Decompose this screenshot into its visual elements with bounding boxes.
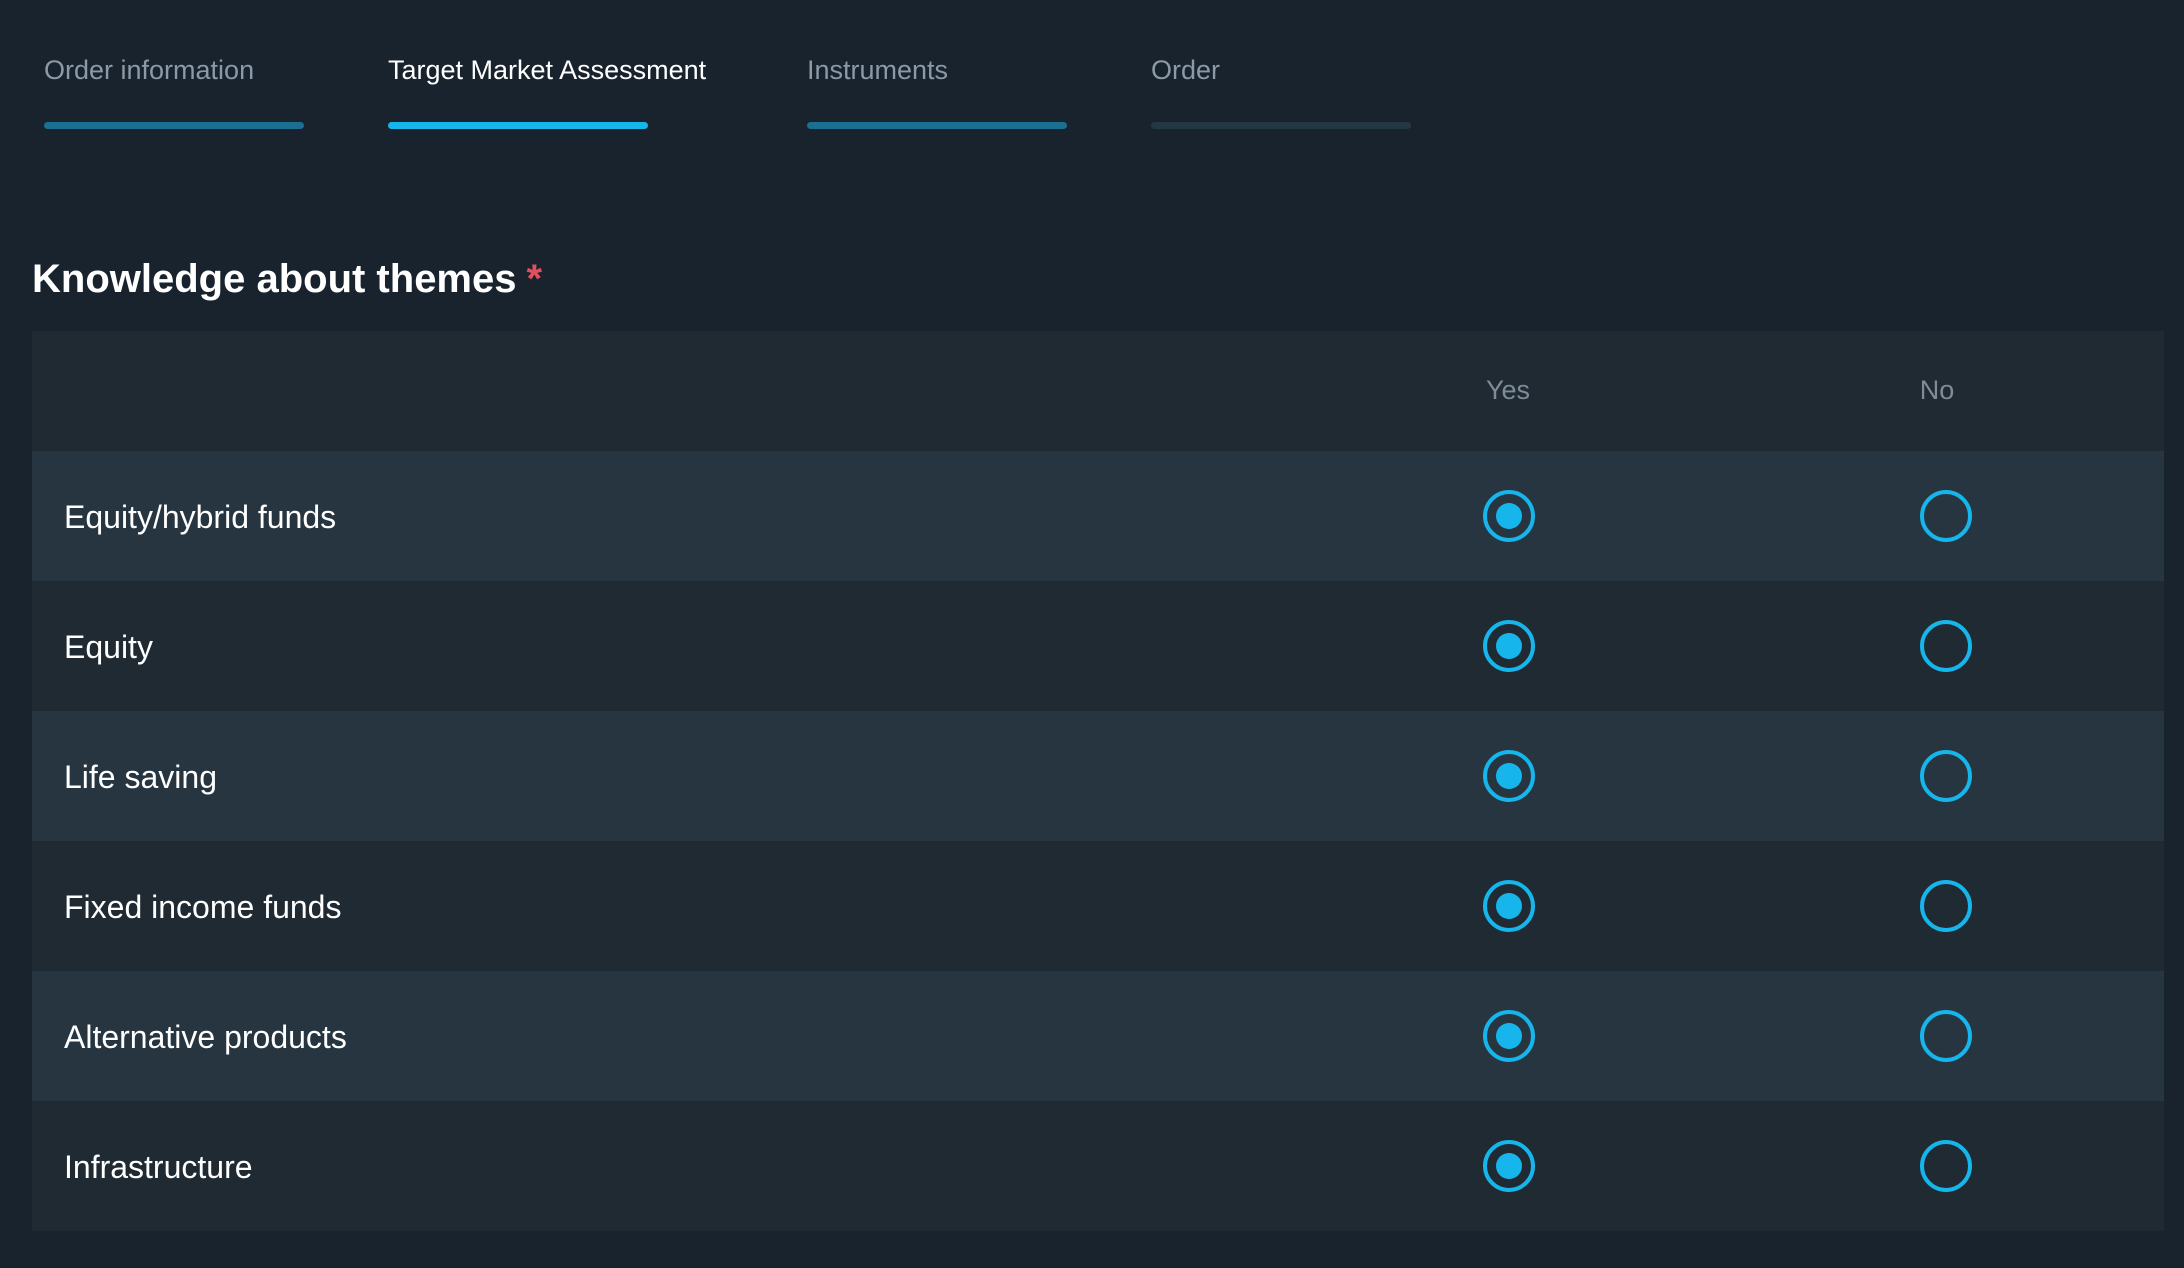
radio-selected-icon[interactable] — [1483, 880, 1535, 932]
radio-dot — [1496, 633, 1522, 659]
radio-dot — [1496, 503, 1522, 529]
radio-unselected-icon[interactable] — [1920, 1010, 1972, 1062]
radio-selected-icon[interactable] — [1483, 1010, 1535, 1062]
table-row: Equity/hybrid funds — [32, 451, 2164, 581]
row-label: Life saving — [64, 759, 217, 795]
row-label: Equity — [64, 629, 153, 665]
table-row: Life saving — [32, 711, 2164, 841]
grid-header-row: Yes No — [32, 331, 2164, 451]
step-label: Order — [1151, 55, 1221, 85]
step-progress-bar — [807, 122, 1067, 129]
table-row: Alternative products — [32, 971, 2164, 1101]
row-label: Alternative products — [64, 1019, 347, 1055]
section-title: Knowledge about themes * — [32, 254, 542, 304]
step-order[interactable]: Order — [1151, 52, 1411, 136]
required-asterisk: * — [526, 257, 543, 301]
knowledge-radio-grid: Yes No Equity/hybrid funds Equity Life sav… — [32, 331, 2164, 1231]
row-label: Equity/hybrid funds — [64, 499, 337, 535]
step-instruments[interactable]: Instruments — [807, 52, 1067, 136]
step-label: Order information — [44, 55, 255, 85]
column-header-no: No — [1919, 375, 1955, 405]
step-label: Instruments — [807, 55, 949, 85]
step-progress-bar — [388, 122, 648, 129]
radio-unselected-icon[interactable] — [1920, 750, 1972, 802]
table-row: Equity — [32, 581, 2164, 711]
table-row: Fixed income funds — [32, 841, 2164, 971]
step-progress-bar — [1151, 122, 1411, 129]
step-target-market-assessment[interactable]: Target Market Assessment — [388, 52, 707, 136]
radio-selected-icon[interactable] — [1483, 620, 1535, 672]
table-row: Infrastructure — [32, 1101, 2164, 1231]
radio-unselected-icon[interactable] — [1920, 620, 1972, 672]
section-title-text: Knowledge about themes — [32, 257, 517, 301]
row-label: Fixed income funds — [64, 889, 342, 925]
radio-dot — [1496, 1023, 1522, 1049]
column-header-yes: Yes — [1485, 375, 1531, 405]
radio-unselected-icon[interactable] — [1920, 880, 1972, 932]
radio-unselected-icon[interactable] — [1920, 490, 1972, 542]
row-label: Infrastructure — [64, 1149, 253, 1185]
radio-dot — [1496, 893, 1522, 919]
progress-stepper: Order information Target Market Assessme… — [0, 0, 2184, 140]
radio-dot — [1496, 1153, 1522, 1179]
step-order-information[interactable]: Order information — [44, 52, 304, 136]
radio-selected-icon[interactable] — [1483, 490, 1535, 542]
radio-unselected-icon[interactable] — [1920, 1140, 1972, 1192]
radio-selected-icon[interactable] — [1483, 750, 1535, 802]
radio-selected-icon[interactable] — [1483, 1140, 1535, 1192]
step-progress-bar — [44, 122, 304, 129]
step-label: Target Market Assessment — [388, 55, 707, 85]
radio-dot — [1496, 763, 1522, 789]
